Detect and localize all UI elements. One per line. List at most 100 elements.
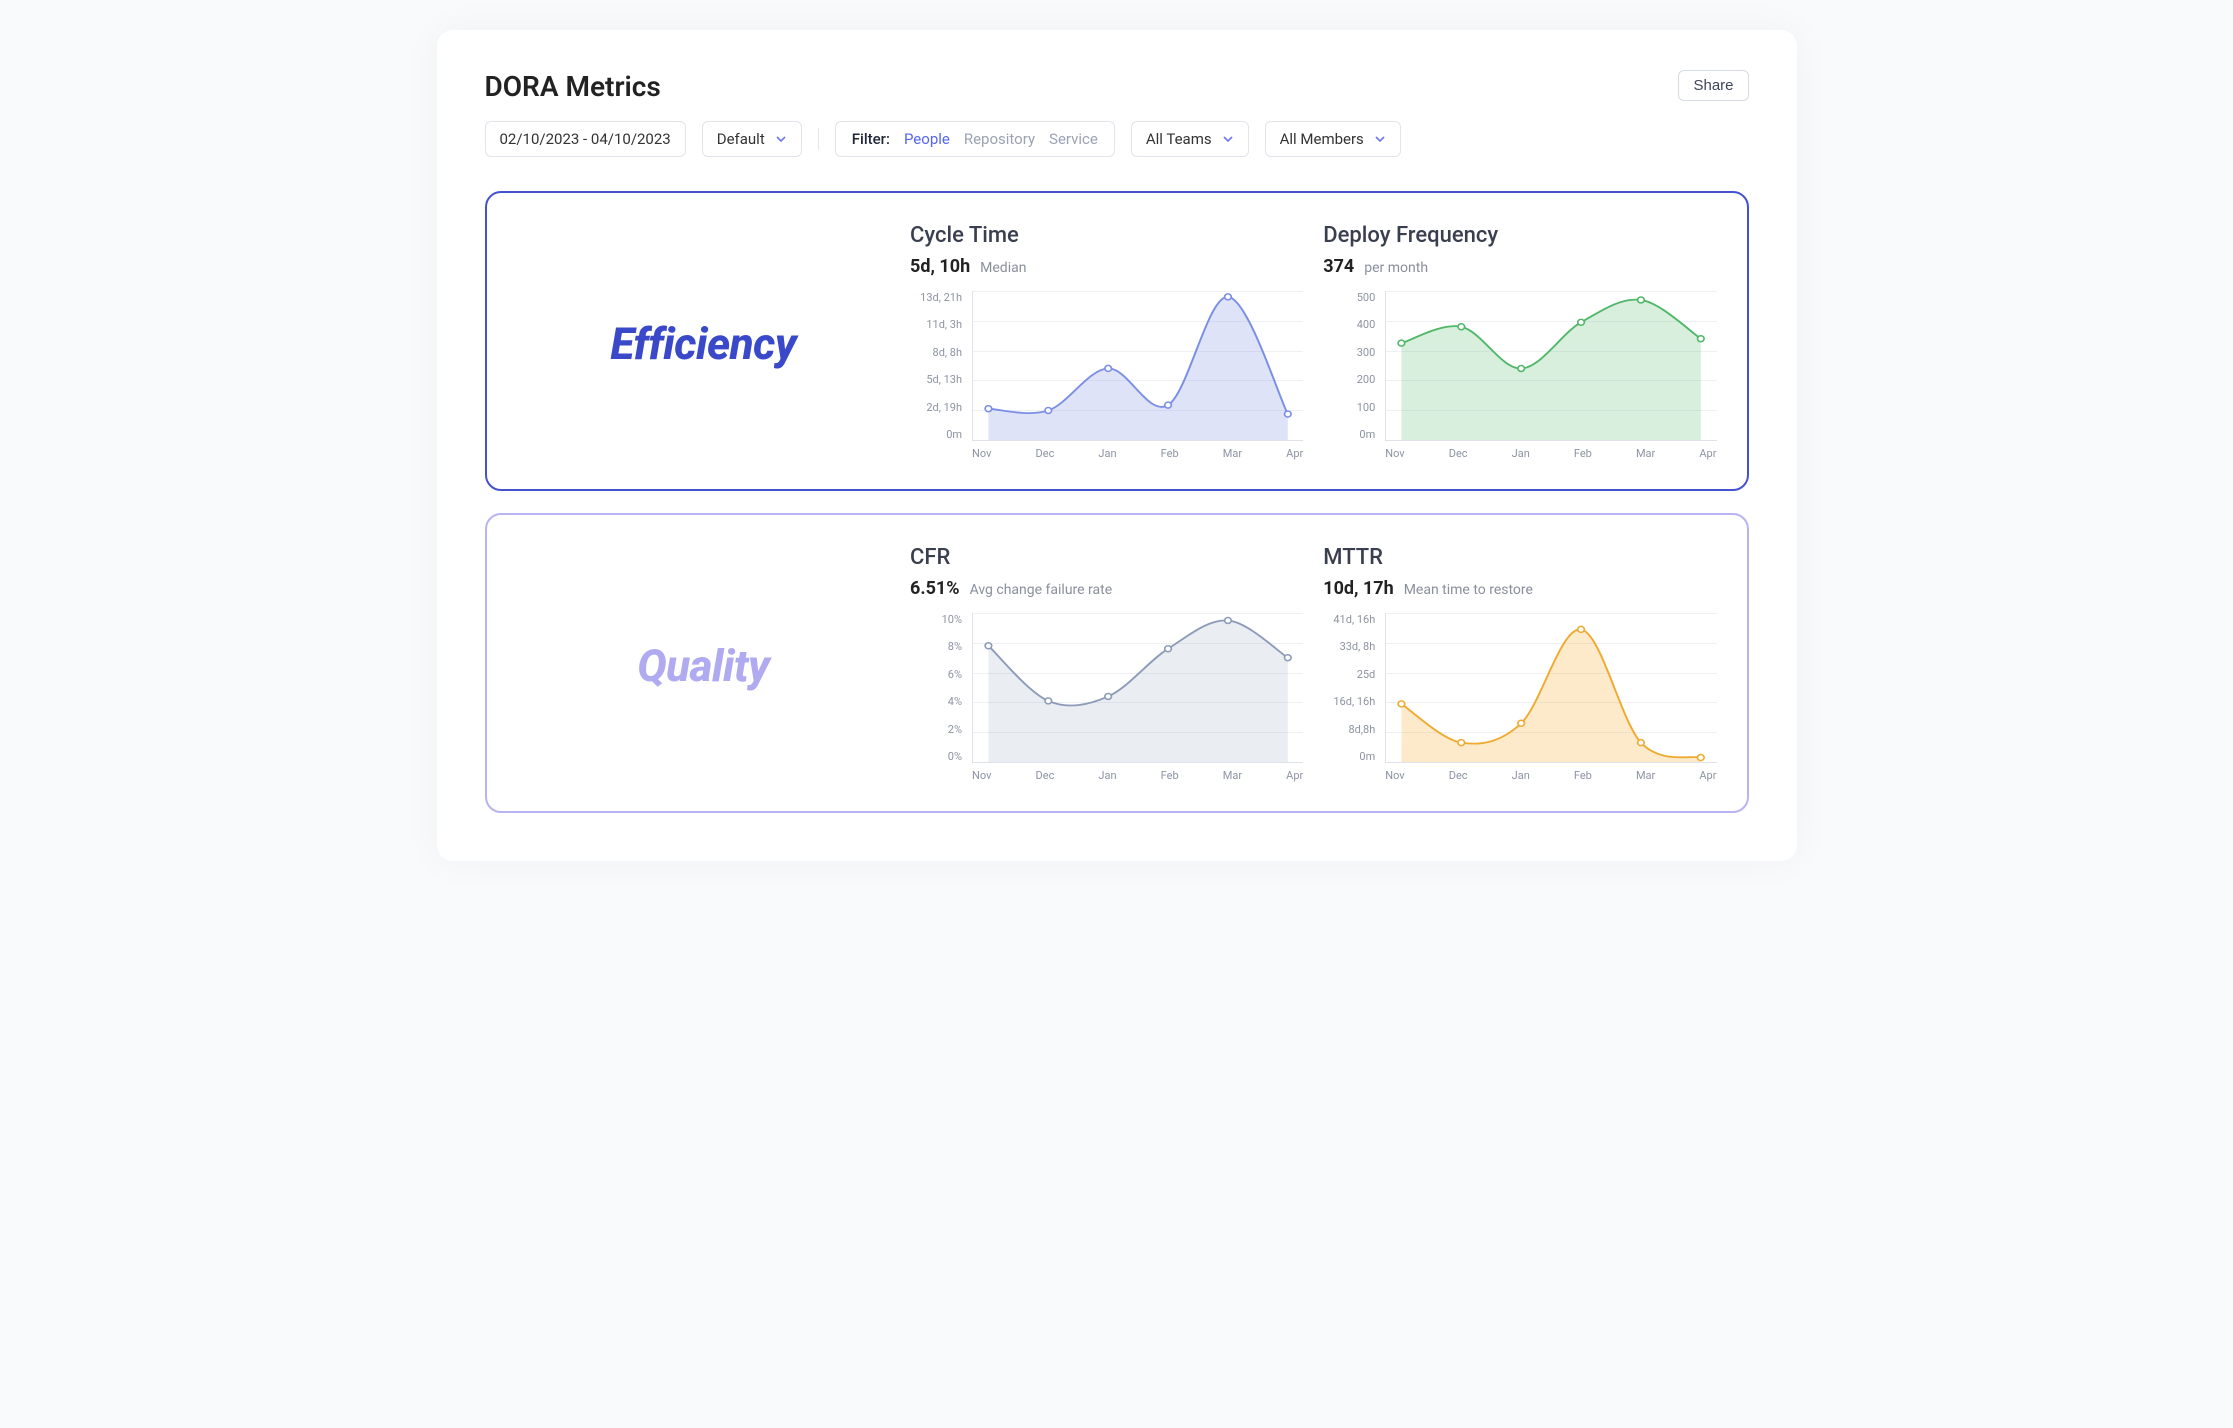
x-tick-label: Feb: [1161, 769, 1179, 787]
x-tick-label: Nov: [1385, 769, 1404, 787]
x-tick-label: Feb: [1574, 769, 1592, 787]
x-tick-label: Feb: [1574, 447, 1592, 465]
deploy-freq-value: 374: [1323, 256, 1354, 277]
deploy-freq-chart: 5004003002001000mNovDecJanFebMarApr: [1323, 291, 1716, 465]
deploy-freq-sub: per month: [1364, 260, 1428, 276]
share-button[interactable]: Share: [1678, 70, 1748, 101]
date-range-picker[interactable]: 02/10/2023 - 04/10/2023: [485, 121, 686, 157]
y-tick-label: 0m: [1323, 428, 1375, 441]
chart-y-axis: 13d, 21h11d, 3h8d, 8h5d, 13h2d, 19h0m: [910, 291, 968, 441]
filter-type-group: Filter: People Repository Service: [835, 121, 1115, 157]
cycle-time-metric: Cycle Time 5d, 10h Median 13d, 21h11d, 3…: [910, 223, 1303, 465]
x-tick-label: Apr: [1699, 447, 1716, 465]
x-tick-label: Nov: [972, 447, 991, 465]
y-tick-label: 8d,8h: [1323, 723, 1375, 736]
y-tick-label: 16d, 16h: [1323, 695, 1375, 708]
cfr-sub: Avg change failure rate: [970, 582, 1113, 598]
members-select[interactable]: All Members: [1265, 121, 1401, 157]
chart-x-axis: Nov Dec Jan Feb Mar Apr: [972, 767, 1303, 787]
x-tick-label: Jan: [1512, 769, 1530, 787]
y-tick-label: 100: [1323, 401, 1375, 414]
chart-plot: [1385, 613, 1716, 763]
x-tick-label: Mar: [1223, 447, 1242, 465]
x-tick-label: Apr: [1286, 769, 1303, 787]
x-tick-label: Nov: [972, 769, 991, 787]
date-range-value: 02/10/2023 - 04/10/2023: [500, 130, 671, 148]
cycle-time-chart: 13d, 21h11d, 3h8d, 8h5d, 13h2d, 19h0mNov…: [910, 291, 1303, 465]
chart-y-axis: 5004003002001000m: [1323, 291, 1381, 441]
filter-tab-people[interactable]: People: [904, 130, 950, 148]
chevron-down-icon: [1222, 133, 1234, 145]
filter-tab-service[interactable]: Service: [1049, 130, 1098, 148]
chart-plot: [972, 291, 1303, 441]
x-tick-label: Apr: [1699, 769, 1716, 787]
y-tick-label: 500: [1323, 291, 1375, 304]
y-tick-label: 2%: [910, 723, 962, 736]
mttr-sub: Mean time to restore: [1404, 582, 1533, 598]
x-tick-label: Apr: [1286, 447, 1303, 465]
chart-x-axis: Nov Dec Jan Feb Mar Apr: [972, 445, 1303, 465]
mttr-title: MTTR: [1323, 545, 1716, 570]
y-tick-label: 41d, 16h: [1323, 613, 1375, 626]
efficiency-panel: Efficiency Cycle Time 5d, 10h Median 13d…: [485, 191, 1749, 491]
preset-select[interactable]: Default: [702, 121, 802, 157]
y-tick-label: 10%: [910, 613, 962, 626]
topbar: DORA Metrics Share: [485, 70, 1749, 103]
y-tick-label: 400: [1323, 318, 1375, 331]
x-tick-label: Mar: [1223, 769, 1242, 787]
page-title: DORA Metrics: [485, 70, 661, 103]
chart-x-axis: Nov Dec Jan Feb Mar Apr: [1385, 767, 1716, 787]
quality-label: Quality: [517, 640, 891, 692]
y-tick-label: 0m: [1323, 750, 1375, 763]
chart-plot: [1385, 291, 1716, 441]
cfr-metric: CFR 6.51% Avg change failure rate 10% 8% 6…: [910, 545, 1303, 787]
chart-y-axis: 41d, 16h 33d, 8h 25d 16d, 16h 8d,8h 0m: [1323, 613, 1381, 763]
x-tick-label: Mar: [1636, 447, 1655, 465]
filter-tab-repository[interactable]: Repository: [964, 130, 1035, 148]
deploy-freq-metric: Deploy Frequency 374 per month 500400300…: [1323, 223, 1716, 465]
y-tick-label: 0%: [910, 750, 962, 763]
efficiency-label: Efficiency: [517, 318, 891, 370]
cycle-time-sub: Median: [980, 260, 1026, 276]
y-tick-label: 8d, 8h: [910, 346, 962, 359]
mttr-value: 10d, 17h: [1323, 578, 1393, 599]
chart-plot: [972, 613, 1303, 763]
x-tick-label: Dec: [1036, 447, 1055, 465]
x-tick-label: Feb: [1161, 447, 1179, 465]
y-tick-label: 8%: [910, 640, 962, 653]
y-tick-label: 6%: [910, 668, 962, 681]
filter-bar: 02/10/2023 - 04/10/2023 Default Filter: …: [485, 121, 1749, 157]
members-value: All Members: [1280, 130, 1364, 148]
chevron-down-icon: [775, 133, 787, 145]
x-tick-label: Dec: [1036, 769, 1055, 787]
x-tick-label: Jan: [1098, 769, 1116, 787]
page: DORA Metrics Share 02/10/2023 - 04/10/20…: [437, 30, 1797, 861]
y-tick-label: 2d, 19h: [910, 401, 962, 414]
x-tick-label: Jan: [1098, 447, 1116, 465]
x-tick-label: Jan: [1512, 447, 1530, 465]
chevron-down-icon: [1374, 133, 1386, 145]
cycle-time-value: 5d, 10h: [910, 256, 970, 277]
cfr-title: CFR: [910, 545, 1303, 570]
y-tick-label: 4%: [910, 695, 962, 708]
chart-x-axis: Nov Dec Jan Feb Mar Apr: [1385, 445, 1716, 465]
teams-value: All Teams: [1146, 130, 1212, 148]
preset-value: Default: [717, 130, 765, 148]
deploy-freq-title: Deploy Frequency: [1323, 223, 1716, 248]
teams-select[interactable]: All Teams: [1131, 121, 1249, 157]
filter-label: Filter:: [852, 130, 890, 148]
x-tick-label: Dec: [1449, 769, 1468, 787]
chart-y-axis: 10% 8% 6% 4% 2% 0%: [910, 613, 968, 763]
y-tick-label: 11d, 3h: [910, 318, 962, 331]
x-tick-label: Mar: [1636, 769, 1655, 787]
y-tick-label: 33d, 8h: [1323, 640, 1375, 653]
x-tick-label: Dec: [1449, 447, 1468, 465]
y-tick-label: 25d: [1323, 668, 1375, 681]
cycle-time-title: Cycle Time: [910, 223, 1303, 248]
cfr-value: 6.51%: [910, 578, 960, 599]
y-tick-label: 5d, 13h: [910, 373, 962, 386]
mttr-chart: 41d, 16h 33d, 8h 25d 16d, 16h 8d,8h 0m Nov Dec J…: [1323, 613, 1716, 787]
divider: [818, 128, 819, 150]
y-tick-label: 200: [1323, 373, 1375, 386]
x-tick-label: Nov: [1385, 447, 1404, 465]
